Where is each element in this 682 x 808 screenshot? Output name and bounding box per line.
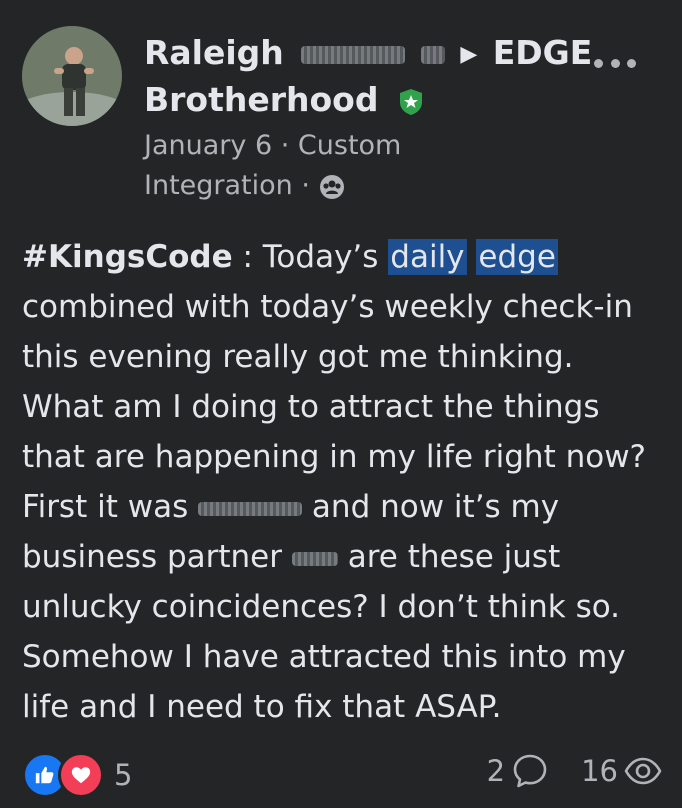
redacted-suffix [420, 45, 445, 64]
more-dot [627, 58, 636, 68]
post-text-1: : Today’s [232, 239, 389, 275]
view-count: 16 [581, 754, 618, 788]
post-app-cont: Integration [144, 170, 293, 201]
meta-separator: · [280, 130, 290, 161]
avatar-photo [22, 26, 122, 126]
redacted-name-2 [291, 551, 338, 566]
more-options-icon[interactable] [594, 56, 636, 70]
thumbs-up-glyph [35, 766, 54, 784]
redacted-name-1 [198, 501, 303, 516]
engagement-stats: 2 16 [487, 752, 662, 790]
reaction-count: 5 [114, 758, 133, 792]
author-name[interactable]: Raleigh [144, 33, 284, 72]
heart-glyph [71, 767, 91, 784]
group-name-cont[interactable]: Brotherhood [144, 80, 378, 119]
meta-separator-2: · [301, 170, 310, 201]
author-and-group: Raleigh ▶ EDGE Brotherhood [144, 30, 594, 122]
reactions-summary[interactable]: 5 [22, 752, 132, 798]
shield-badge-icon [399, 88, 422, 115]
post-meta: January 6 · Custom Integration · [144, 126, 594, 206]
more-dot [594, 58, 603, 68]
group-name[interactable]: EDGE [493, 33, 593, 72]
avatar[interactable] [22, 26, 122, 126]
eye-icon [624, 757, 662, 785]
post-date[interactable]: January 6 [144, 130, 272, 161]
redacted-surname [301, 45, 406, 64]
post-header: Raleigh ▶ EDGE Brotherhood January 6 · C… [22, 26, 662, 216]
highlight-word-1: daily [388, 239, 467, 275]
comment-count[interactable]: 2 [487, 754, 505, 788]
author-block: Raleigh ▶ EDGE Brotherhood January 6 · C… [144, 30, 594, 206]
group-audience-icon[interactable] [319, 174, 345, 200]
comment-icon[interactable] [511, 752, 549, 790]
post-body: #KingsCode : Today’s daily edge combined… [22, 232, 662, 732]
hashtag-link[interactable]: #KingsCode [22, 239, 233, 275]
triangle-right-icon: ▶ [460, 42, 478, 67]
post-footer: 5 2 16 [22, 748, 662, 802]
highlight-word-2: edge [476, 239, 558, 275]
post-app: Custom [297, 130, 402, 161]
more-dot [610, 58, 620, 68]
love-icon [58, 752, 104, 798]
